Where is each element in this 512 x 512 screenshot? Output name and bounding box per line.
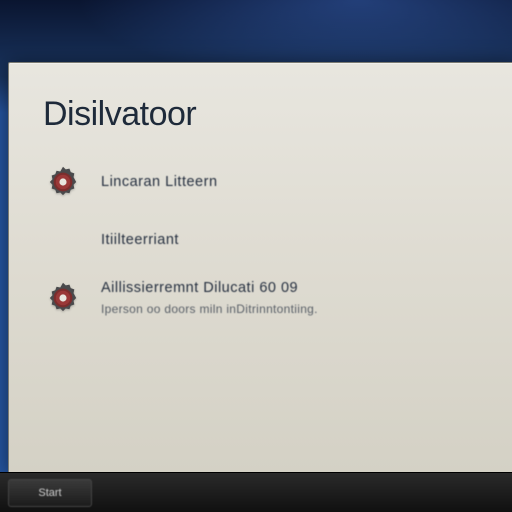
settings-window: Disilvatoor Lincaran Litteern — [8, 62, 512, 474]
gear-icon — [43, 162, 83, 202]
gear-icon — [43, 278, 83, 318]
settings-list: Lincaran Litteern Itiilteerriant — [43, 162, 483, 318]
item-label: Lincaran Litteern — [101, 174, 218, 190]
item-sublabel: Iperson oo doors miln inDitrinntontiing. — [101, 302, 318, 316]
list-item[interactable]: Aillissierremnt Dilucati 60 09 Iperson o… — [43, 278, 483, 318]
item-label: Aillissierremnt Dilucati 60 09 — [101, 280, 318, 296]
start-button-label: Start — [38, 487, 61, 499]
list-item[interactable]: Lincaran Litteern — [43, 162, 483, 202]
start-button[interactable]: Start — [8, 479, 92, 507]
list-item[interactable]: Itiilteerriant — [43, 220, 483, 260]
page-title: Disilvatoor — [43, 95, 483, 134]
taskbar: Start — [0, 472, 512, 512]
item-label: Itiilteerriant — [101, 232, 179, 248]
